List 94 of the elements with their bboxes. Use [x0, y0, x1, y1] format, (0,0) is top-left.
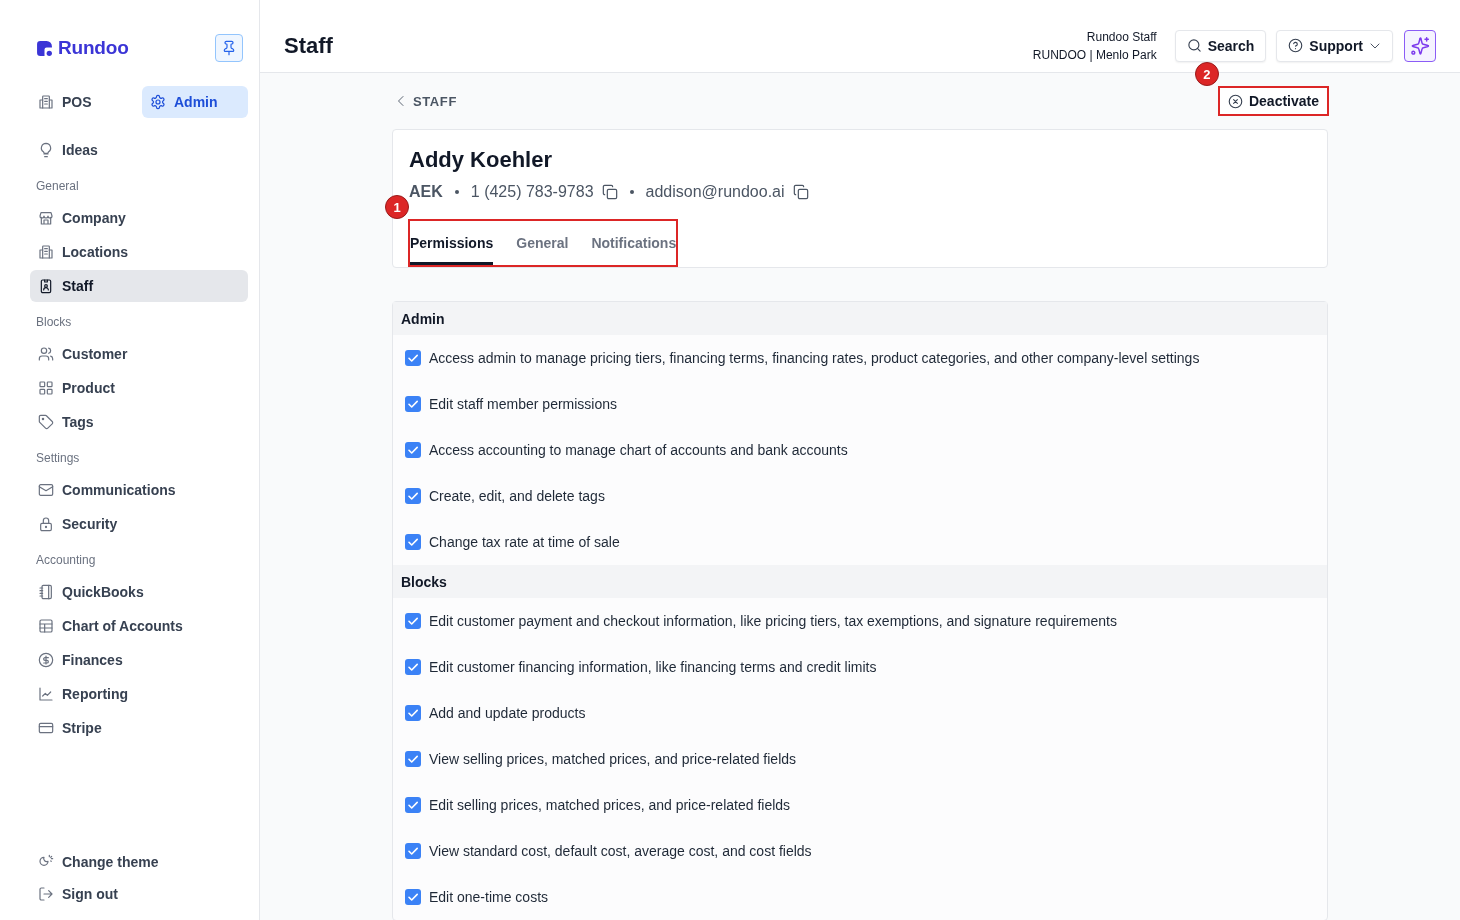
sparkle-button[interactable]	[1404, 29, 1436, 62]
section-header: Admin	[393, 302, 1327, 335]
checkbox[interactable]	[405, 442, 421, 458]
sidebar-item[interactable]: Product	[30, 372, 248, 404]
support-button[interactable]: Support	[1276, 29, 1393, 62]
checkbox[interactable]	[405, 705, 421, 721]
mode-tab[interactable]: Admin	[142, 86, 248, 118]
checkbox[interactable]	[405, 843, 421, 859]
chevron-left-icon	[395, 95, 407, 107]
copy-icon[interactable]	[792, 184, 809, 200]
permission-label: Access admin to manage pricing tiers, financing terms, financing rates, product categories, and other company-level settings	[429, 350, 1200, 366]
credit-card-icon	[38, 720, 54, 736]
permission-label: Edit selling prices, matched prices, and price-related fields	[429, 797, 791, 813]
checkbox[interactable]	[405, 797, 421, 813]
logo-icon	[36, 39, 53, 57]
checkbox[interactable]	[405, 659, 421, 675]
grid-icon	[38, 380, 54, 396]
x-circle-icon	[1227, 93, 1243, 109]
checkbox[interactable]	[405, 889, 421, 905]
checkbox[interactable]	[405, 613, 421, 629]
dot-icon	[629, 190, 634, 194]
sidebar-item[interactable]: Chart of Accounts	[30, 610, 248, 642]
phone-number: 1 (425) 783-9783	[470, 183, 594, 201]
search-button[interactable]: Search	[1174, 29, 1267, 62]
sidebar-item[interactable]: Security	[30, 508, 248, 540]
notebook-icon	[38, 584, 54, 600]
staff-initials: AEK	[409, 183, 443, 201]
building-icon	[38, 94, 54, 110]
sidebar-item[interactable]: QuickBooks	[30, 576, 248, 608]
permission-label: Edit one-time costs	[429, 889, 549, 905]
permission-label: View selling prices, matched prices, and price-related fields	[429, 751, 797, 767]
permission-label: Edit staff member permissions	[429, 396, 618, 412]
gear-icon	[150, 94, 166, 110]
sidebar-item[interactable]: Reporting	[30, 678, 248, 710]
sidebar-item[interactable]: Locations	[30, 236, 248, 268]
mode-tab[interactable]: POS	[30, 86, 136, 118]
checkbox[interactable]	[405, 350, 421, 366]
dollar-circle-icon	[38, 652, 54, 668]
sidebar-item[interactable]: Change theme	[30, 846, 248, 878]
section-header: Blocks	[393, 565, 1327, 598]
line-chart-icon	[38, 686, 54, 702]
breadcrumb-link[interactable]: STAFF	[392, 93, 457, 109]
lightbulb-icon	[38, 142, 54, 158]
callout-badge: 1	[385, 195, 409, 219]
checkbox[interactable]	[405, 488, 421, 504]
sidebar-item[interactable]: Staff	[30, 270, 248, 302]
envelope-icon	[38, 482, 54, 498]
sidebar-item[interactable]: Ideas	[30, 134, 248, 166]
brand-name: Rundoo	[58, 37, 129, 59]
dot-icon	[454, 190, 459, 194]
account-location: RUNDOO | Menlo Park	[1032, 46, 1157, 64]
lock-icon	[38, 516, 54, 532]
permission-label: View standard cost, default cost, average cost, and cost fields	[429, 843, 812, 859]
permission-label: Edit customer payment and checkout information, like pricing tiers, tax exemptions, and signature requirements	[429, 613, 1117, 629]
email-address: addison@rundoo.ai	[645, 183, 785, 201]
sidebar-item[interactable]: Communications	[30, 474, 248, 506]
sign-out-icon	[38, 886, 54, 902]
pin-button[interactable]	[215, 34, 243, 62]
permission-label: Access accounting to manage chart of accounts and bank accounts	[429, 442, 848, 458]
permission-label: Create, edit, and delete tags	[429, 488, 605, 504]
sidebar-item[interactable]: Stripe	[30, 712, 248, 744]
search-icon	[1186, 38, 1202, 53]
section-heading: Settings	[36, 450, 81, 466]
section-heading: Blocks	[36, 314, 73, 330]
permission-label: Change tax rate at time of sale	[429, 534, 620, 550]
help-circle-icon	[1288, 38, 1304, 53]
tab[interactable]: General	[516, 221, 569, 265]
permission-label: Edit customer financing information, like financing terms and credit limits	[429, 659, 877, 675]
section-heading: General	[36, 178, 80, 194]
storefront-icon	[38, 210, 54, 226]
section-heading: Accounting	[36, 552, 97, 568]
page-title: Staff	[284, 32, 334, 59]
deactivate-button[interactable]: Deactivate	[1219, 88, 1327, 114]
staff-name: Addy Koehler	[409, 146, 554, 174]
checkbox[interactable]	[405, 751, 421, 767]
sidebar-item[interactable]: Sign out	[30, 878, 248, 910]
checkbox[interactable]	[405, 534, 421, 550]
tab[interactable]: Permissions	[410, 221, 494, 265]
users-icon	[38, 346, 54, 362]
sparkle-icon	[1410, 35, 1430, 56]
account-name: Rundoo Staff	[1086, 28, 1157, 46]
table-icon	[38, 618, 54, 634]
id-badge-icon	[38, 278, 54, 294]
permission-label: Add and update products	[429, 705, 586, 721]
sidebar-item[interactable]: Customer	[30, 338, 248, 370]
tag-icon	[38, 414, 54, 430]
checkbox[interactable]	[405, 396, 421, 412]
sidebar-item[interactable]: Company	[30, 202, 248, 234]
copy-icon[interactable]	[601, 184, 618, 200]
sidebar-item[interactable]: Finances	[30, 644, 248, 676]
building-icon	[38, 244, 54, 260]
tab[interactable]: Notifications	[591, 221, 677, 265]
sidebar-item[interactable]: Tags	[30, 406, 248, 438]
pin-icon	[221, 40, 237, 56]
